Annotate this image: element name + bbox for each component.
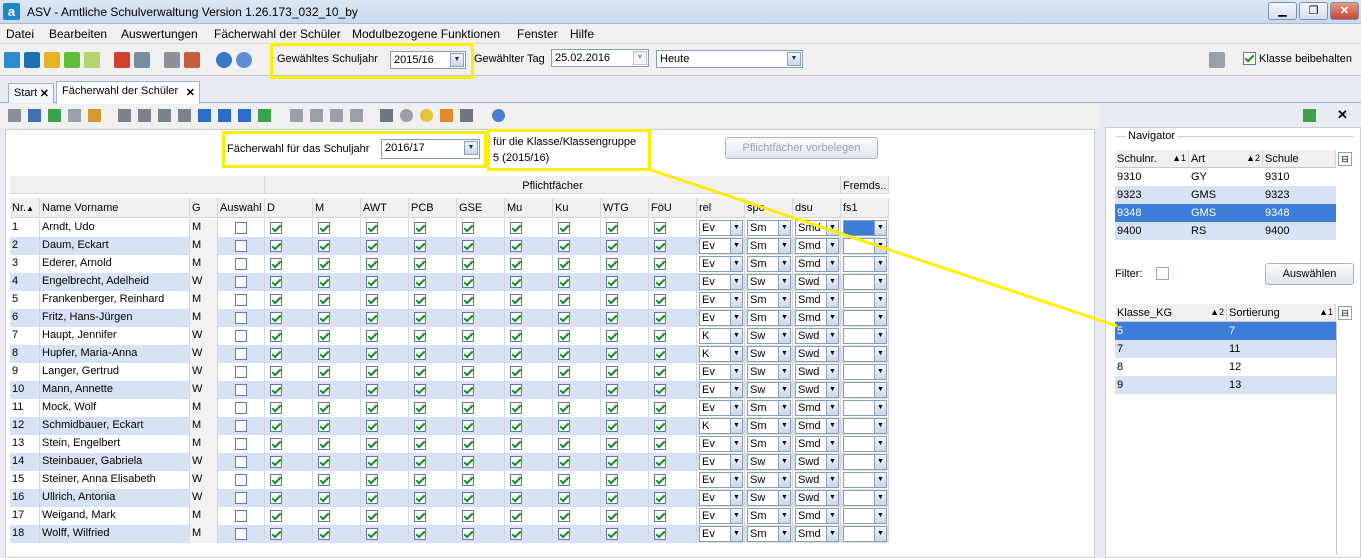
annotation-arrow bbox=[650, 168, 1118, 328]
